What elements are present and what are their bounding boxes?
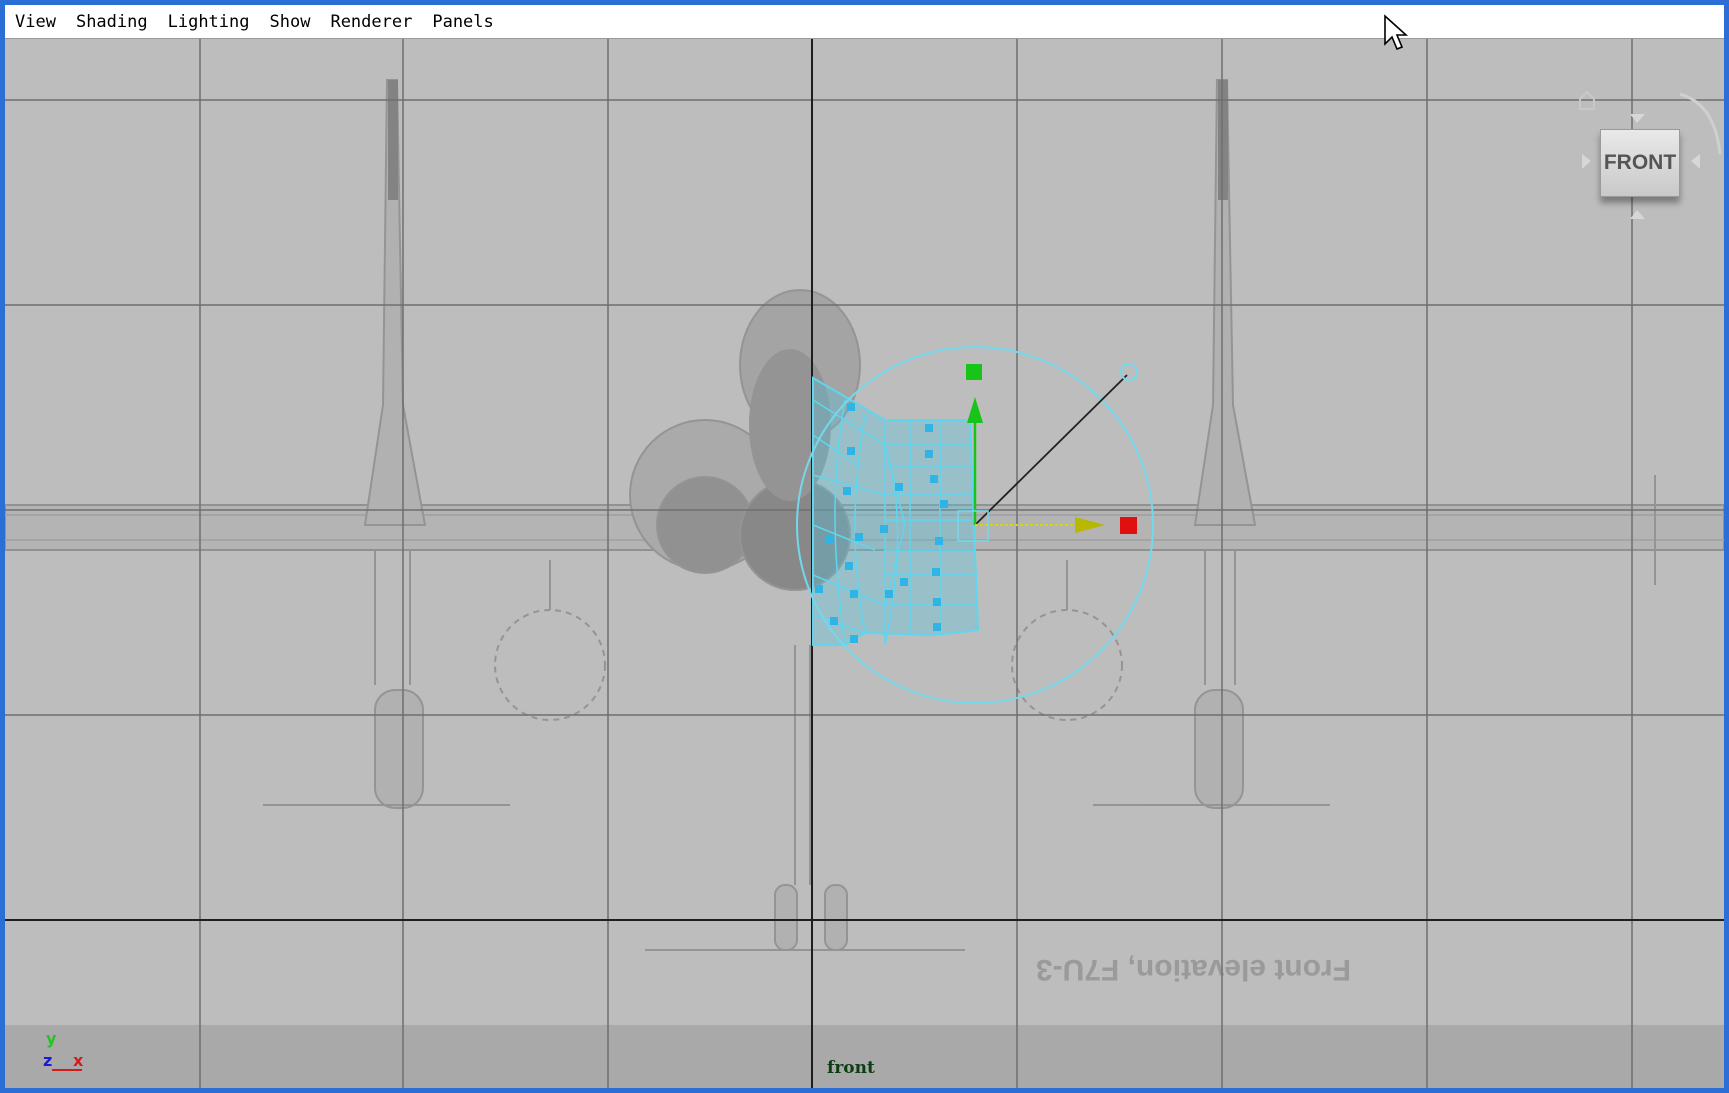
axis-x-label: x <box>73 1051 84 1070</box>
menu-renderer[interactable]: Renderer <box>328 10 414 34</box>
menu-lighting[interactable]: Lighting <box>166 10 252 34</box>
panel-menu-bar: View Shading Lighting Show Renderer Pane… <box>5 5 1724 39</box>
viewport-scene[interactable]: Front elevation, F7U-3 <box>5 39 1724 1088</box>
axis-indicator: y z x <box>43 1029 103 1079</box>
x-axis-scale-handle[interactable] <box>1120 517 1137 534</box>
arrow-left-icon[interactable] <box>1582 154 1591 169</box>
menu-panels[interactable]: Panels <box>430 10 495 34</box>
reference-caption: Front elevation, F7U-3 <box>1036 953 1351 986</box>
arrow-cursor-icon <box>1384 14 1409 51</box>
orbit-arc-icon[interactable] <box>1679 92 1722 155</box>
y-axis-scale-handle[interactable] <box>966 364 982 380</box>
front-viewport[interactable]: Front elevation, F7U-3 FRONT front y z x <box>5 39 1724 1088</box>
view-cube-face[interactable]: FRONT <box>1600 129 1680 197</box>
menu-shading[interactable]: Shading <box>74 10 150 34</box>
arrow-up-icon[interactable] <box>1630 114 1645 123</box>
menu-show[interactable]: Show <box>268 10 313 34</box>
axis-z-label: z <box>43 1051 53 1070</box>
arrow-right-icon[interactable] <box>1691 154 1700 169</box>
camera-name-label: front <box>827 1058 875 1078</box>
bottom-gradient-band <box>5 1025 1724 1088</box>
maya-viewport-window: View Shading Lighting Show Renderer Pane… <box>0 0 1729 1093</box>
menu-view[interactable]: View <box>13 10 58 34</box>
view-cube[interactable]: FRONT <box>1560 79 1724 239</box>
arrow-down-icon[interactable] <box>1630 210 1645 219</box>
axis-y-label: y <box>46 1029 57 1048</box>
home-icon[interactable] <box>1579 90 1595 110</box>
